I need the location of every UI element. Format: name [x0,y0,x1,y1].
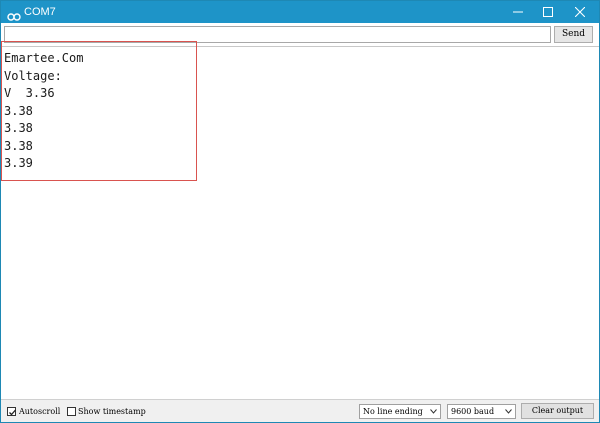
show-timestamp-checkbox[interactable] [67,407,76,416]
output-line: 3.39 [4,156,33,170]
clear-output-button[interactable]: Clear output [521,403,594,419]
serial-output-area[interactable]: Emartee.Com Voltage: V 3.36 3.38 3.38 3.… [1,41,599,399]
serial-monitor-window: COM7 Send Emartee.Com Voltage: V 3.36 3.… [0,0,600,423]
close-icon [575,7,585,17]
minimize-button[interactable] [503,1,533,23]
checkmark-icon [9,409,16,416]
line-ending-select[interactable]: No line ending [359,404,441,419]
output-line: Emartee.Com [4,51,84,65]
baud-rate-value: 9600 baud [451,407,495,416]
maximize-button[interactable] [533,1,563,23]
output-line: V 3.36 [4,86,55,100]
title-bar[interactable]: COM7 [1,1,599,23]
output-line: 3.38 [4,138,33,153]
maximize-icon [543,7,553,17]
chevron-down-icon [505,409,512,414]
line-ending-value: No line ending [363,407,423,416]
baud-rate-select[interactable]: 9600 baud [447,404,516,419]
bottom-toolbar: Autoscroll Show timestamp No line ending… [1,399,599,422]
output-lines: Emartee.Com Voltage: V 3.36 3.38 3.38 3.… [4,50,83,173]
output-line: 3.38 [4,121,33,135]
minimize-icon [513,11,523,13]
autoscroll-label[interactable]: Autoscroll [19,407,60,417]
output-line: Voltage: [4,68,62,83]
send-button[interactable]: Send [554,26,593,43]
autoscroll-checkbox[interactable] [7,407,16,416]
chevron-down-icon [430,409,437,414]
close-button[interactable] [565,1,595,23]
output-line: 3.38 [4,103,33,118]
send-input[interactable] [4,26,551,43]
show-timestamp-label[interactable]: Show timestamp [78,407,146,417]
infinity-icon [7,7,21,21]
window-title: COM7 [24,6,56,18]
